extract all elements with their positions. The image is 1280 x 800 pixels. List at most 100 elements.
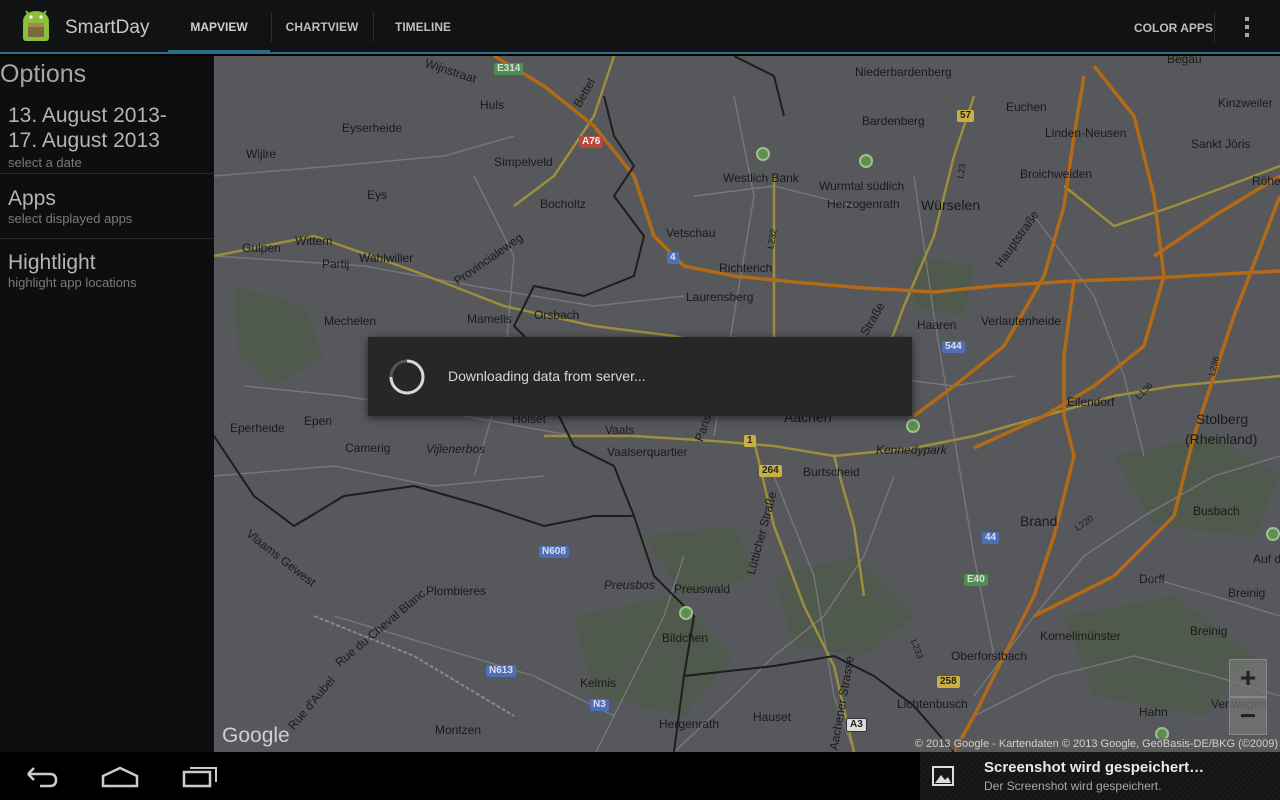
- recent-apps-icon[interactable]: [180, 762, 220, 790]
- image-icon: [932, 766, 954, 786]
- action-divider: [1214, 12, 1215, 42]
- map-label: (Rheinland): [1185, 431, 1258, 447]
- road-shield: A3: [846, 718, 867, 732]
- option-date-line1: 13. August 2013-: [8, 104, 167, 127]
- map-label: Camerig: [345, 441, 391, 455]
- map-label: Eilendorf: [1067, 395, 1115, 409]
- option-apps-subtitle: select displayed apps: [8, 211, 133, 226]
- road-shield: N608: [539, 546, 569, 558]
- road-shield: N3: [590, 699, 609, 711]
- map-label: Preusbos: [604, 578, 655, 592]
- road-shield: E40: [964, 574, 988, 586]
- dialog-message: Downloading data from server...: [448, 368, 646, 384]
- progress-dialog: Downloading data from server...: [368, 337, 912, 416]
- option-date[interactable]: 13. August 2013- 17. August 2013 select …: [0, 102, 214, 174]
- map-copyright: © 2013 Google - Kartendaten © 2013 Googl…: [912, 738, 1280, 750]
- map-label: Plombieres: [426, 584, 487, 598]
- map-label: Sankt Jöris: [1191, 137, 1251, 151]
- map-label: Wurmtal südlich: [819, 179, 905, 193]
- map-label: Richterich: [719, 261, 773, 275]
- park-marker-icon: [756, 147, 770, 161]
- map-label: Preuswald: [674, 582, 731, 596]
- map-label: Oberforstbach: [951, 649, 1028, 663]
- map-label: Brand: [1020, 513, 1058, 529]
- map-label: Eys: [367, 188, 388, 202]
- map-label: Laurensberg: [686, 290, 754, 304]
- back-icon[interactable]: [20, 762, 60, 790]
- map-label: Montzen: [435, 723, 482, 737]
- road-shield: E314: [494, 63, 524, 75]
- map-label: Wahlwiller: [359, 251, 414, 265]
- map-label: Partij: [322, 257, 350, 271]
- option-apps[interactable]: Apps select displayed apps: [0, 186, 214, 239]
- map-label: Burtscheid: [803, 465, 860, 479]
- map-label: Breinig: [1190, 624, 1228, 638]
- map-label: Broichweiden: [1020, 167, 1093, 181]
- map-label: Westlich Bank: [723, 171, 799, 185]
- map-label: Wijlre: [246, 147, 276, 161]
- home-icon[interactable]: [100, 762, 140, 790]
- notification-subtitle: Der Screenshot wird gespeichert.: [984, 779, 1162, 793]
- option-highlight[interactable]: Hightlight highlight app locations: [0, 250, 214, 304]
- option-apps-title: Apps: [8, 187, 56, 210]
- map-label: Würselen: [921, 197, 981, 213]
- tab-timeline[interactable]: TIMELINE: [374, 0, 472, 52]
- sidebar-title: Options: [0, 60, 87, 88]
- map-label: Eyserheide: [342, 121, 403, 135]
- map-label: Herzogenrath: [827, 197, 900, 211]
- road-shield: 258: [937, 676, 960, 688]
- map-label: Busbach: [1193, 504, 1240, 518]
- map-label: Kornelimünster: [1040, 629, 1121, 643]
- zoom-out-button[interactable]: −: [1229, 697, 1267, 735]
- park-marker-icon: [1266, 527, 1280, 541]
- map-label: Bardenberg: [862, 114, 925, 128]
- color-apps-button[interactable]: COLOR APPS: [1134, 0, 1213, 54]
- road-shield: 44: [982, 532, 1000, 544]
- map-label: Orsbach: [534, 308, 580, 322]
- tab-chartview[interactable]: CHARTVIEW: [272, 0, 372, 52]
- map-label: Eperheide: [230, 421, 285, 435]
- map-label: Auf de: [1253, 552, 1280, 566]
- map-label: Vaals: [605, 423, 635, 437]
- map-label: Kennedypark: [876, 443, 947, 457]
- map-label: Gulpen: [242, 241, 281, 255]
- road-shield: N613: [486, 665, 516, 677]
- park-marker-icon: [859, 154, 873, 168]
- map-label: Kinzweiler: [1218, 96, 1273, 110]
- map-label: Mechelen: [324, 314, 377, 328]
- map-label: Stolberg: [1196, 411, 1249, 427]
- map-label: Kelmis: [580, 676, 617, 690]
- option-date-line2: 17. August 2013: [8, 129, 160, 152]
- road-shield: 264: [759, 465, 782, 477]
- map-label: Epen: [304, 414, 333, 428]
- notification-title: Screenshot wird gespeichert…: [984, 759, 1205, 776]
- map-label: Vijlenerbos: [426, 442, 486, 456]
- tab-mapview[interactable]: MAPVIEW: [168, 0, 270, 54]
- screenshot-notification[interactable]: Screenshot wird gespeichert… Der Screens…: [920, 752, 1280, 800]
- map-label: Mamelis: [467, 312, 512, 326]
- map-label: Hauset: [753, 710, 792, 724]
- action-bar: SmartDay MAPVIEW CHARTVIEW TIMELINE COLO…: [0, 0, 1280, 54]
- map-label: Niederbardenberg: [855, 65, 952, 79]
- android-app-icon[interactable]: [16, 7, 56, 47]
- zoom-in-button[interactable]: +: [1229, 659, 1267, 697]
- map-label: Bildchen: [662, 631, 709, 645]
- app-title: SmartDay: [65, 17, 150, 38]
- road-shield: 57: [957, 110, 975, 122]
- map-label: Bocholtz: [540, 197, 587, 211]
- map-label: Hergenrath: [659, 717, 720, 731]
- map-label: Lichtenbusch: [897, 697, 968, 711]
- map-label: Huls: [480, 98, 505, 112]
- map-label: Haaren: [917, 318, 957, 332]
- loading-spinner-icon: [389, 359, 425, 395]
- map-label: Simpelveld: [494, 155, 553, 169]
- map-label: Hahn: [1139, 705, 1168, 719]
- map-label: Breinig: [1228, 586, 1266, 600]
- overflow-menu-icon[interactable]: [1232, 12, 1262, 42]
- google-logo: Google: [222, 724, 290, 747]
- option-highlight-title: Hightlight: [8, 251, 96, 274]
- map-label: Linden-Neusen: [1045, 126, 1127, 140]
- map-label: Begau: [1167, 56, 1202, 66]
- option-highlight-subtitle: highlight app locations: [8, 275, 137, 290]
- road-shield: A76: [579, 136, 604, 148]
